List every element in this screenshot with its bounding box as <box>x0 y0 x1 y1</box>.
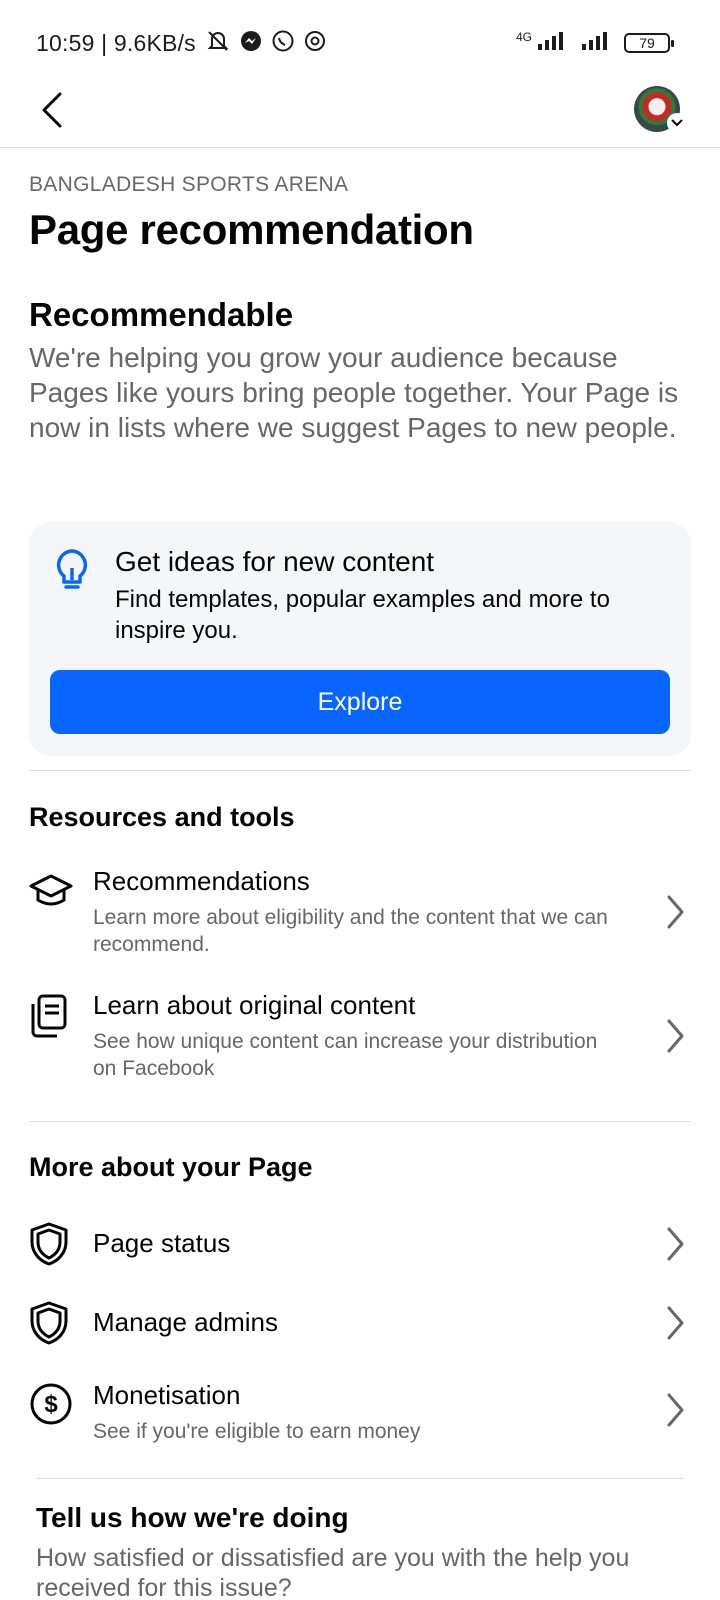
page-status-row[interactable]: Page status <box>29 1222 691 1270</box>
graduation-cap-icon <box>29 872 73 917</box>
ideas-card-title: Get ideas for new content <box>115 546 435 577</box>
row-sublabel: Learn more about eligibility and the con… <box>93 906 608 956</box>
network-type: 4G <box>515 30 532 44</box>
copy-document-icon <box>29 994 69 1043</box>
chevron-right-icon <box>665 1392 685 1433</box>
original-content-row[interactable]: Learn about original content See how uni… <box>29 990 691 1090</box>
notification-icons <box>205 28 327 54</box>
dollar-circle-icon: $ <box>29 1382 73 1431</box>
more-about-heading: More about your Page <box>29 1152 313 1182</box>
ideas-card-description: Find templates, popular examples and mor… <box>115 586 610 644</box>
top-bar <box>0 80 720 148</box>
recommendable-description: We're helping you grow your audience bec… <box>29 342 679 443</box>
page-name: BANGLADESH SPORTS ARENA <box>29 173 349 196</box>
ideas-card: Get ideas for new content Find templates… <box>29 522 691 756</box>
bell-muted-icon <box>205 28 231 54</box>
recommendable-heading: Recommendable <box>29 296 294 333</box>
threads-icon <box>303 29 327 53</box>
battery-icon: 79 <box>624 32 674 53</box>
explore-button[interactable]: Explore <box>50 670 670 734</box>
feedback-heading: Tell us how we're doing <box>36 1502 349 1533</box>
signal-icon-secondary <box>580 30 614 55</box>
chevron-down-icon[interactable] <box>667 113 687 133</box>
divider <box>29 1121 691 1122</box>
status-bar: 10:59 | 9.6KB/s 4G 79 <box>0 0 720 80</box>
chevron-right-icon <box>665 1305 685 1346</box>
row-label: Learn about original content <box>93 990 416 1020</box>
page-title: Page recommendation <box>29 206 474 253</box>
system-indicators: 4G 79 <box>515 30 674 55</box>
whatsapp-icon <box>271 29 295 53</box>
shield-icon <box>29 1222 69 1271</box>
divider <box>36 1478 684 1479</box>
row-sublabel: See if you're eligible to earn money <box>93 1420 421 1443</box>
recommendations-row[interactable]: Recommendations Learn more about eligibi… <box>29 866 691 966</box>
row-label: Page status <box>93 1228 231 1258</box>
signal-icon <box>536 30 570 55</box>
row-label: Monetisation <box>93 1380 241 1410</box>
divider <box>29 770 691 771</box>
row-label: Recommendations <box>93 866 310 896</box>
chevron-left-icon <box>42 92 62 128</box>
chevron-right-icon <box>665 894 685 935</box>
status-time-speed: 10:59 | 9.6KB/s <box>36 30 196 56</box>
manage-admins-row[interactable]: Manage admins <box>29 1301 691 1349</box>
row-label: Manage admins <box>93 1307 278 1337</box>
row-sublabel: See how unique content can increase your… <box>93 1030 598 1080</box>
back-button[interactable] <box>30 86 74 134</box>
feedback-question: How satisfied or dissatisfied are you wi… <box>36 1544 630 1600</box>
chevron-right-icon <box>665 1226 685 1267</box>
svg-text:$: $ <box>44 1391 58 1418</box>
chevron-right-icon <box>665 1018 685 1059</box>
resources-heading: Resources and tools <box>29 802 295 832</box>
shield-icon <box>29 1301 69 1350</box>
lightbulb-icon <box>53 548 91 597</box>
messenger-icon <box>239 29 263 53</box>
monetisation-row[interactable]: $ Monetisation See if you're eligible to… <box>29 1380 691 1460</box>
